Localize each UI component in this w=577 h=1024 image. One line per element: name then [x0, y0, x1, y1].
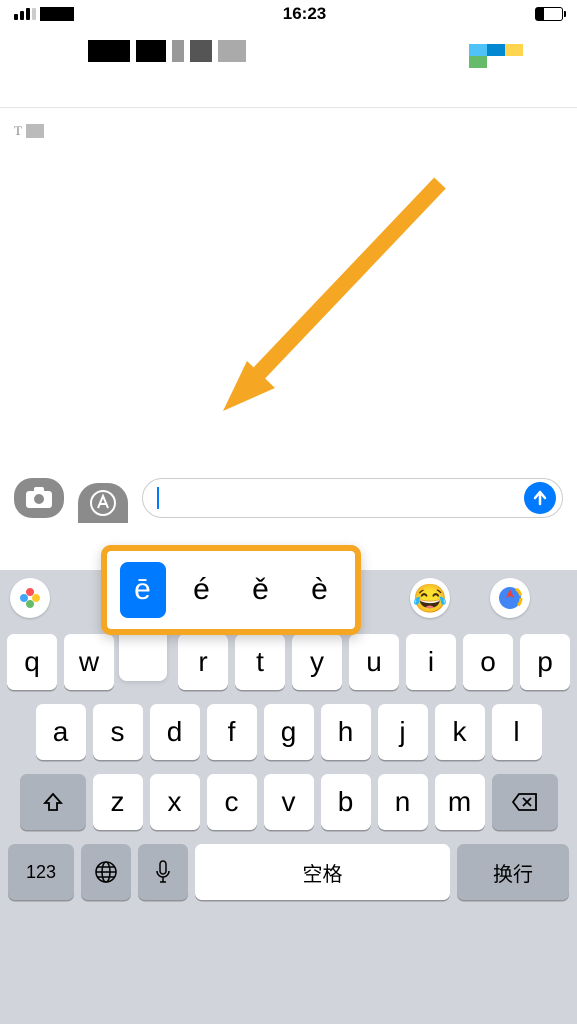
status-bar: 16:23	[0, 0, 577, 28]
key-row-1: q w r t y u i o p	[6, 634, 571, 690]
message-placeholder: T	[14, 123, 22, 138]
status-left	[14, 7, 74, 21]
key-rows: q w r t y u i o p a s d f g h j k l z	[0, 626, 577, 900]
key-t[interactable]: t	[235, 634, 285, 690]
key-i[interactable]: i	[406, 634, 456, 690]
appstore-icon	[90, 490, 116, 516]
conversation-area[interactable]: T	[0, 108, 577, 203]
input-row	[0, 463, 577, 533]
photos-app-icon[interactable]	[10, 578, 50, 618]
key-s[interactable]: s	[93, 704, 143, 760]
camera-icon	[25, 487, 53, 509]
maps-app-icon[interactable]	[490, 578, 530, 618]
space-key[interactable]: 空格	[195, 844, 450, 900]
key-x[interactable]: x	[150, 774, 200, 830]
key-w[interactable]: w	[64, 634, 114, 690]
key-f[interactable]: f	[207, 704, 257, 760]
accent-option-2[interactable]: ě	[238, 562, 284, 618]
key-p[interactable]: p	[520, 634, 570, 690]
accent-option-0[interactable]: ē	[120, 562, 166, 618]
status-right	[535, 7, 563, 21]
key-d[interactable]: d	[150, 704, 200, 760]
numbers-key[interactable]: 123	[8, 844, 74, 900]
emoji-app-icon[interactable]: 😂	[410, 578, 450, 618]
key-l[interactable]: l	[492, 704, 542, 760]
backspace-key[interactable]	[492, 774, 558, 830]
key-h[interactable]: h	[321, 704, 371, 760]
globe-key[interactable]	[81, 844, 131, 900]
message-body-area	[0, 203, 577, 523]
mic-icon	[155, 860, 171, 884]
key-n[interactable]: n	[378, 774, 428, 830]
signal-icon	[14, 8, 36, 20]
key-g[interactable]: g	[264, 704, 314, 760]
carrier-redacted	[40, 7, 74, 21]
apps-button[interactable]	[78, 483, 128, 523]
header	[0, 28, 577, 108]
mic-key[interactable]	[138, 844, 188, 900]
arrow-up-icon	[532, 490, 548, 506]
shift-key[interactable]	[20, 774, 86, 830]
key-y[interactable]: y	[292, 634, 342, 690]
camera-button[interactable]	[14, 478, 64, 518]
battery-icon	[535, 7, 563, 21]
accent-option-3[interactable]: è	[297, 562, 343, 618]
status-time: 16:23	[283, 4, 326, 24]
key-m[interactable]: m	[435, 774, 485, 830]
key-row-bottom: 123 空格 换行	[6, 844, 571, 900]
key-row-2: a s d f g h j k l	[6, 704, 571, 760]
accent-popup[interactable]: ē é ě è	[101, 545, 361, 635]
key-popup-stem	[119, 629, 167, 681]
text-cursor	[157, 487, 159, 509]
keyboard: 😂 q w r t y u i o p a s d f g h j k l	[0, 570, 577, 1024]
key-k[interactable]: k	[435, 704, 485, 760]
key-c[interactable]: c	[207, 774, 257, 830]
key-v[interactable]: v	[264, 774, 314, 830]
key-a[interactable]: a	[36, 704, 86, 760]
message-input[interactable]	[142, 478, 563, 518]
key-b[interactable]: b	[321, 774, 371, 830]
key-u[interactable]: u	[349, 634, 399, 690]
send-button[interactable]	[524, 482, 556, 514]
redacted-text	[26, 124, 44, 138]
return-key[interactable]: 换行	[457, 844, 569, 900]
globe-icon	[93, 859, 119, 885]
shift-icon	[42, 791, 64, 813]
key-r[interactable]: r	[178, 634, 228, 690]
key-q[interactable]: q	[7, 634, 57, 690]
key-j[interactable]: j	[378, 704, 428, 760]
backspace-icon	[512, 792, 538, 812]
accent-option-1[interactable]: é	[179, 562, 225, 618]
key-o[interactable]: o	[463, 634, 513, 690]
key-row-3: z x c v b n m	[6, 774, 571, 830]
key-z[interactable]: z	[93, 774, 143, 830]
header-accent-colors	[469, 44, 487, 68]
